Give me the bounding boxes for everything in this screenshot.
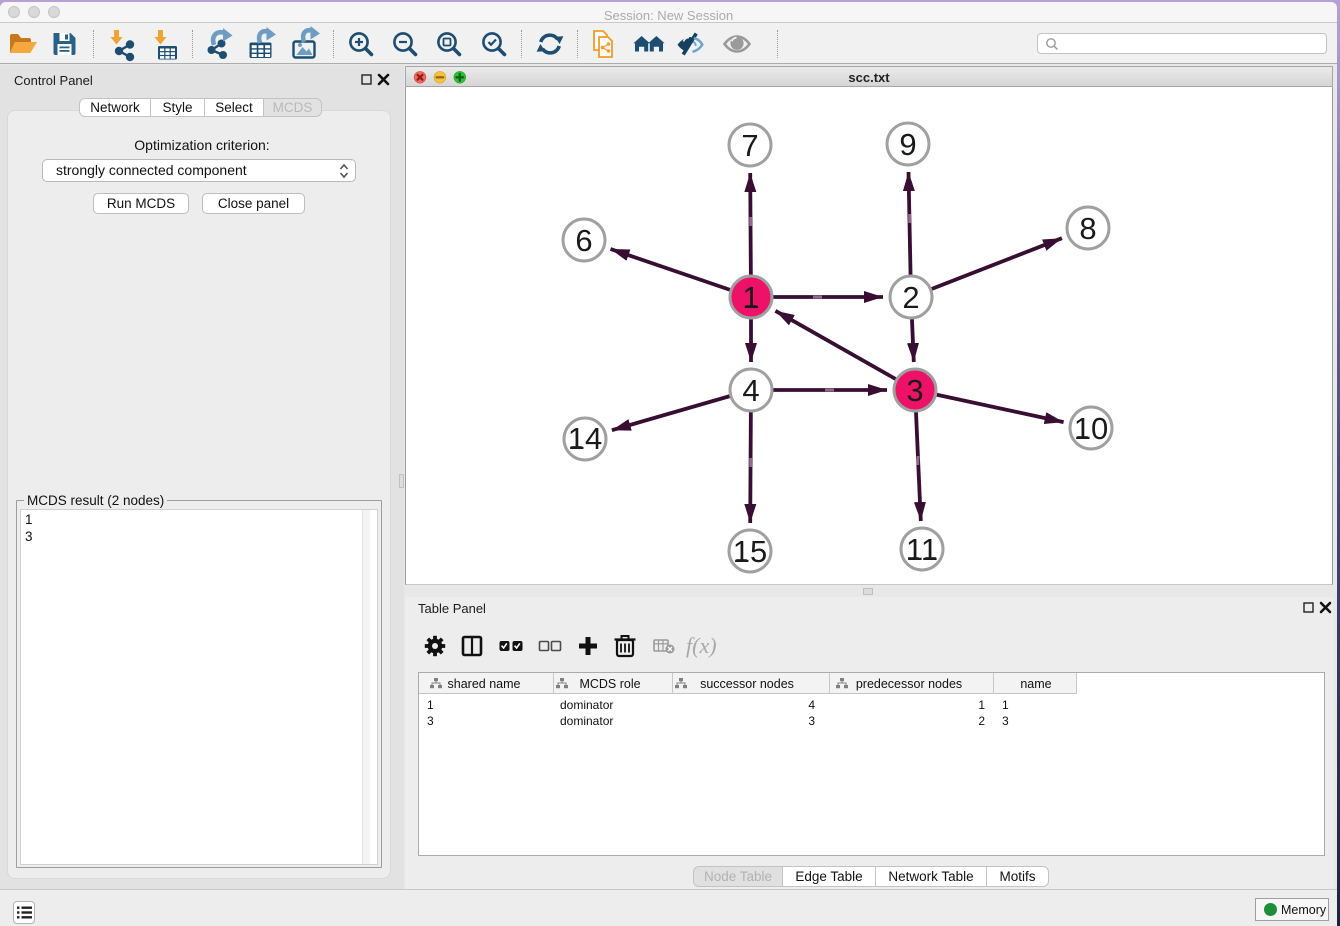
svg-text:f(x): f(x) xyxy=(686,633,717,658)
svg-text:7: 7 xyxy=(741,128,758,163)
svg-text:4: 4 xyxy=(742,373,759,408)
svg-text:14: 14 xyxy=(568,421,602,456)
svg-text:15: 15 xyxy=(733,534,767,569)
svg-text:10: 10 xyxy=(1074,411,1108,446)
svg-text:6: 6 xyxy=(575,223,592,258)
svg-text:2: 2 xyxy=(902,280,919,315)
svg-text:1: 1 xyxy=(742,280,759,315)
svg-text:3: 3 xyxy=(906,373,923,408)
svg-text:11: 11 xyxy=(906,532,938,567)
svg-text:9: 9 xyxy=(899,127,916,162)
svg-text:8: 8 xyxy=(1079,211,1096,246)
